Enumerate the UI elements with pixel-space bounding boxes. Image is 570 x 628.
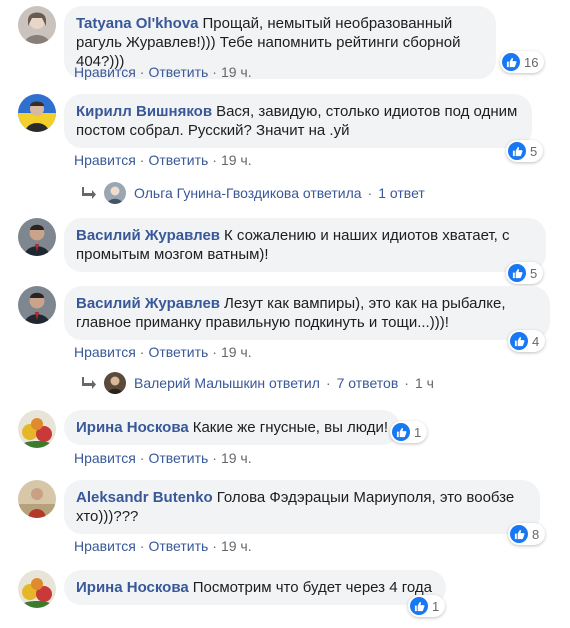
reaction-count[interactable]: 5 (506, 140, 544, 162)
reply-link[interactable]: Ответить (148, 344, 208, 360)
timestamp[interactable]: 19 ч. (221, 152, 252, 168)
timestamp[interactable]: 19 ч. (221, 450, 252, 466)
like-link[interactable]: Нравится (74, 538, 136, 554)
thumbs-up-icon (510, 525, 528, 543)
reaction-count[interactable]: 16 (500, 51, 545, 73)
like-link[interactable]: Нравится (74, 152, 136, 168)
comment-bubble: Кирилл Вишняков Вася, завидую, столько ид… (64, 94, 532, 148)
view-replies[interactable]: Ольга Гунина-Гвоздикова ответила · 1 ответ (82, 182, 425, 204)
like-count: 16 (524, 54, 539, 70)
comment-bubble: Василий Журавлев К сожалению и наших идио… (64, 218, 546, 272)
comment-actions: Нравится · Ответить · 19 ч. (74, 64, 252, 80)
separator: · (139, 64, 145, 80)
replies-count[interactable]: 1 ответ (378, 185, 425, 201)
separator: · (212, 344, 217, 360)
separator: · (325, 375, 331, 391)
replies-author[interactable]: Валерий Малышкин ответил (134, 375, 320, 391)
comment-author[interactable]: Василий Журавлев (76, 295, 220, 312)
separator: · (139, 344, 145, 360)
like-link[interactable]: Нравится (74, 450, 136, 466)
view-replies[interactable]: Валерий Малышкин ответил · 7 ответов · 1 ч (82, 372, 434, 394)
separator: · (367, 185, 373, 201)
reaction-count[interactable]: 4 (508, 330, 546, 352)
reaction-count[interactable]: 5 (506, 262, 544, 284)
comment-bubble: Ирина Носкова Какие же гнусные, вы люди! (64, 410, 400, 445)
like-link[interactable]: Нравится (74, 64, 136, 80)
avatar[interactable] (18, 94, 56, 132)
timestamp[interactable]: 19 ч. (221, 344, 252, 360)
separator: · (212, 64, 217, 80)
separator: · (212, 450, 217, 466)
avatar[interactable] (18, 480, 56, 518)
avatar[interactable] (18, 570, 56, 608)
thumbs-up-icon (508, 264, 526, 282)
comment-author[interactable]: Aleksandr Butenko (76, 489, 213, 506)
avatar[interactable] (18, 218, 56, 256)
replies-author[interactable]: Ольга Гунина-Гвоздикова ответила (134, 185, 362, 201)
reaction-count[interactable]: 1 (408, 595, 446, 617)
comment-actions: Нравится · Ответить · 19 ч. (74, 538, 252, 554)
like-count: 5 (530, 143, 538, 159)
like-count: 5 (530, 265, 538, 281)
avatar (104, 372, 126, 394)
comment-bubble: Василий Журавлев Лезут как вампиры), это … (64, 286, 550, 340)
comment-actions: Нравится · Ответить · 19 ч. (74, 450, 252, 466)
comment-text: Какие же гнусные, вы люди! (192, 419, 389, 436)
separator: · (212, 152, 217, 168)
comment-actions: Нравится · Ответить · 19 ч. (74, 152, 252, 168)
separator: · (139, 538, 145, 554)
comment-author[interactable]: Кирилл Вишняков (76, 103, 212, 120)
reply-link[interactable]: Ответить (148, 152, 208, 168)
like-link[interactable]: Нравится (74, 344, 136, 360)
like-count: 8 (532, 526, 540, 542)
comment-author[interactable]: Ирина Носкова (76, 579, 189, 596)
thumbs-up-icon (502, 53, 520, 71)
avatar (104, 182, 126, 204)
thumbs-up-icon (510, 332, 528, 350)
comment-bubble: Ирина Носкова Посмотрим что будет через 4… (64, 570, 446, 605)
avatar[interactable] (18, 286, 56, 324)
like-count: 1 (414, 424, 422, 440)
comment-text: Посмотрим что будет через 4 года (192, 579, 432, 596)
comment-author[interactable]: Василий Журавлев (76, 227, 220, 244)
reply-link[interactable]: Ответить (148, 64, 208, 80)
timestamp[interactable]: 19 ч. (221, 64, 252, 80)
reaction-count[interactable]: 8 (508, 523, 546, 545)
avatar[interactable] (18, 410, 56, 448)
thumbs-up-icon (508, 142, 526, 160)
timestamp[interactable]: 1 ч (415, 375, 434, 391)
timestamp[interactable]: 19 ч. (221, 538, 252, 554)
like-count: 4 (532, 333, 540, 349)
comment-bubble: Aleksandr Butenko Голова Фэдэрацыи Мариуп… (64, 480, 540, 534)
replies-count[interactable]: 7 ответов (337, 375, 399, 391)
thumbs-up-icon (392, 423, 410, 441)
reply-arrow-icon (82, 377, 96, 389)
comment-actions: Нравится · Ответить · 19 ч. (74, 344, 252, 360)
comment-author[interactable]: Tatyana Ol'khova (76, 15, 199, 32)
separator: · (212, 538, 217, 554)
thumbs-up-icon (410, 597, 428, 615)
reply-link[interactable]: Ответить (148, 450, 208, 466)
separator: · (404, 375, 409, 391)
avatar[interactable] (18, 6, 56, 44)
like-count: 1 (432, 598, 440, 614)
reaction-count[interactable]: 1 (390, 421, 428, 443)
reply-arrow-icon (82, 187, 96, 199)
comment-author[interactable]: Ирина Носкова (76, 419, 189, 436)
separator: · (139, 152, 145, 168)
separator: · (139, 450, 145, 466)
reply-link[interactable]: Ответить (148, 538, 208, 554)
